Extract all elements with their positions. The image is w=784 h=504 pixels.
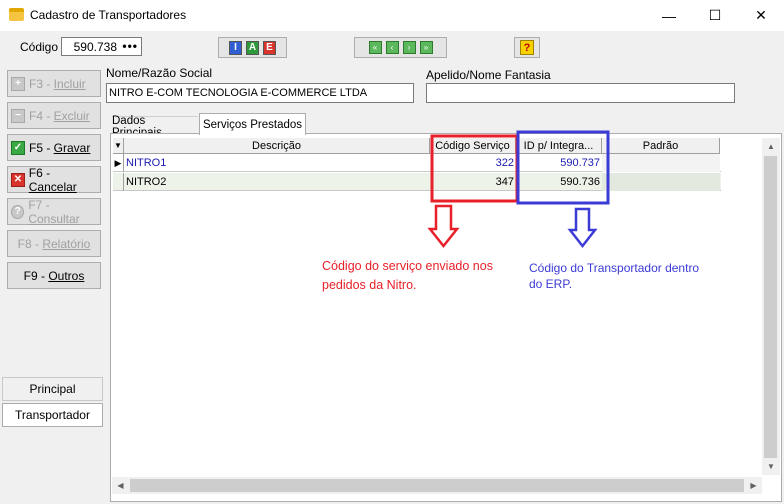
vertical-scroll-thumb[interactable]: [764, 156, 777, 458]
blue-arrow-icon: [567, 207, 598, 249]
scroll-left-icon[interactable]: ◀: [112, 477, 129, 494]
horizontal-scrollbar[interactable]: ◀ ▶: [112, 477, 762, 494]
blue-annotation-line2: do ERP.: [529, 277, 573, 291]
red-annotation-line2: pedidos da Nitro.: [322, 278, 417, 292]
blue-highlight-box: [516, 130, 610, 205]
horizontal-scroll-thumb[interactable]: [130, 479, 744, 492]
red-annotation-text: Código do serviço enviado nos pedidos da…: [322, 257, 493, 295]
red-annotation-line1: Código do serviço enviado nos: [322, 259, 493, 273]
tab-servicos-prestados[interactable]: Serviços Prestados: [199, 113, 306, 135]
blue-annotation-line1: Código do Transportador dentro: [529, 261, 700, 275]
vertical-scrollbar[interactable]: ▲ ▼: [762, 138, 780, 475]
scroll-up-icon[interactable]: ▲: [762, 138, 780, 155]
annotation-overlay: [427, 130, 610, 249]
scroll-right-icon[interactable]: ▶: [745, 477, 762, 494]
red-arrow-icon: [427, 204, 460, 249]
blue-annotation-text: Código do Transportador dentro do ERP.: [529, 260, 699, 292]
red-highlight-box: [430, 134, 519, 203]
scroll-down-icon[interactable]: ▼: [762, 458, 780, 475]
